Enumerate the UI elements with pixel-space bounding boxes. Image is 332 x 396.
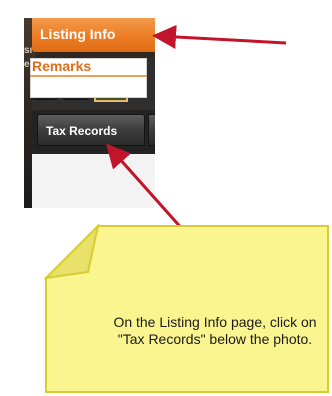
- remarks-heading: Remarks: [32, 58, 92, 74]
- tab-tax-records[interactable]: Tax Records: [37, 114, 145, 146]
- sticky-note-shape: [44, 224, 329, 393]
- callout-text: On the Listing Info page, click on "Tax …: [113, 314, 317, 347]
- tab-next-partial[interactable]: [148, 114, 155, 146]
- header-title: Listing Info: [40, 26, 116, 42]
- content-area: [32, 154, 155, 208]
- tab-tax-records-label: Tax Records: [46, 124, 118, 138]
- remarks-underline: [30, 75, 147, 77]
- listing-app-screenshot: sı e Listing Info Tax Records Remarks: [24, 18, 155, 208]
- listing-info-header[interactable]: Listing Info: [32, 18, 155, 52]
- arrow-to-header: [152, 25, 287, 49]
- callout-note: On the Listing Info page, click on "Tax …: [44, 224, 331, 394]
